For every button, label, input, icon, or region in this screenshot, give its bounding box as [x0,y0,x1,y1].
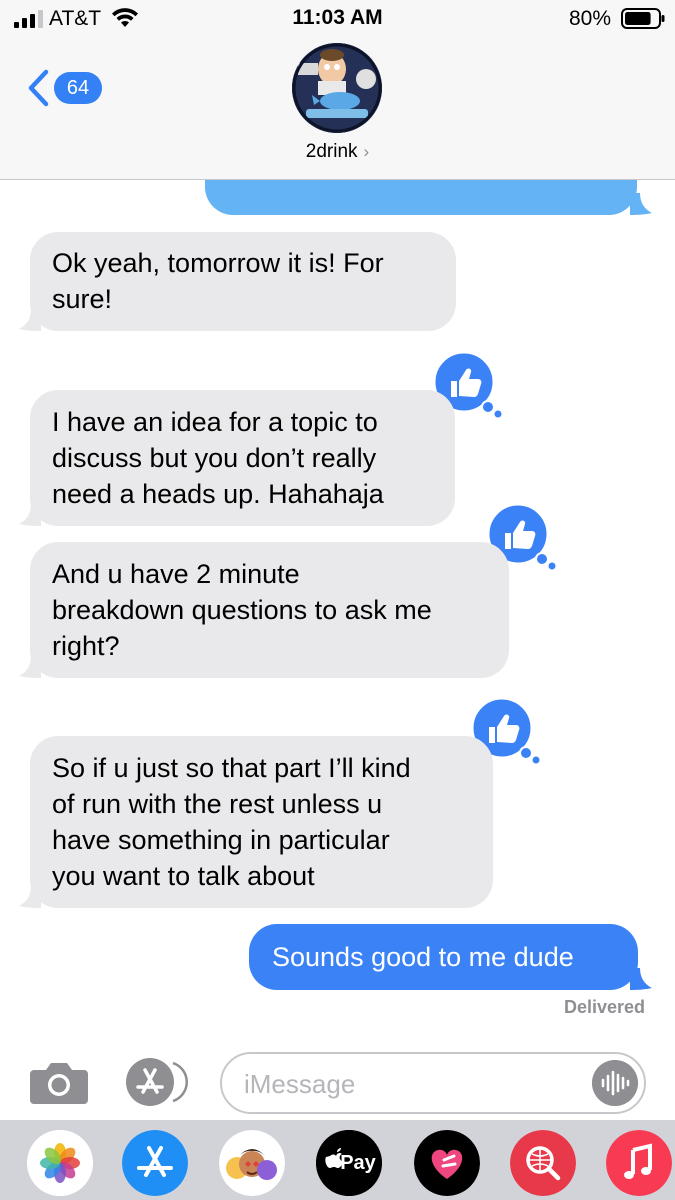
message-text: And u have 2 minute breakdown questions … [52,559,432,661]
battery-percent: 80% [569,7,612,30]
bubble-tail [19,504,41,526]
message-bubble-sent[interactable]: Sounds good to me dude [249,924,638,990]
app-store-drawer-icon[interactable] [125,1057,191,1107]
web-images-search-icon[interactable] [510,1130,576,1196]
chevron-right-icon: › [363,142,370,161]
message-text: Sounds good to me dude [272,942,574,972]
message-input-field[interactable] [220,1052,646,1114]
digital-touch-icon[interactable] [414,1130,480,1196]
bubble-tail [630,193,652,215]
chevron-left-icon [28,69,49,107]
message-bubble-received[interactable]: I have an idea for a topic to discuss bu… [30,390,455,526]
unread-count-badge: 64 [54,72,102,104]
app-store-icon[interactable] [122,1130,188,1196]
back-button[interactable]: 64 [26,66,102,110]
battery-icon [621,8,665,29]
contact-avatar[interactable] [292,43,382,133]
delivery-status: Delivered [563,997,645,1017]
memoji-stickers-icon[interactable] [219,1130,285,1196]
contact-name: 2drink [305,141,358,162]
photos-app-icon[interactable] [27,1130,93,1196]
bubble-tail [19,656,41,678]
audio-message-icon[interactable] [592,1060,638,1106]
message-text: So if u just so that part I’ll kind of r… [52,753,411,891]
music-app-icon[interactable] [606,1130,672,1196]
bubble-tail [630,968,652,990]
imessage-input[interactable] [244,1064,574,1104]
apple-pay-icon[interactable]: Pay [316,1130,382,1196]
imessage-app-drawer: Pay [0,1120,675,1200]
apple-pay-label: Pay [340,1151,376,1174]
message-text: Ok yeah, tomorrow it is! For sure! [52,248,384,314]
message-thread[interactable]: honest Ok yeah, tomorrow it is! For sure… [0,180,675,1040]
battery-level-fill [625,12,651,25]
status-bar: AT&T 11:03 AM 80% [0,0,675,38]
contact-name-button[interactable]: 2drink › [0,141,675,163]
message-text: I have an idea for a topic to discuss bu… [52,407,384,509]
conversation-header: 64 2drink › [0,38,675,180]
bubble-tail [19,886,41,908]
message-bubble-sent[interactable]: honest [205,180,637,215]
avatar-image [292,43,382,133]
message-bubble-received[interactable]: And u have 2 minute breakdown questions … [30,542,509,678]
message-bubble-received[interactable]: So if u just so that part I’ll kind of r… [30,736,493,908]
message-bubble-received[interactable]: Ok yeah, tomorrow it is! For sure! [30,232,456,331]
camera-icon[interactable] [30,1060,88,1104]
bubble-tail [19,309,41,331]
compose-bar [0,1040,675,1120]
